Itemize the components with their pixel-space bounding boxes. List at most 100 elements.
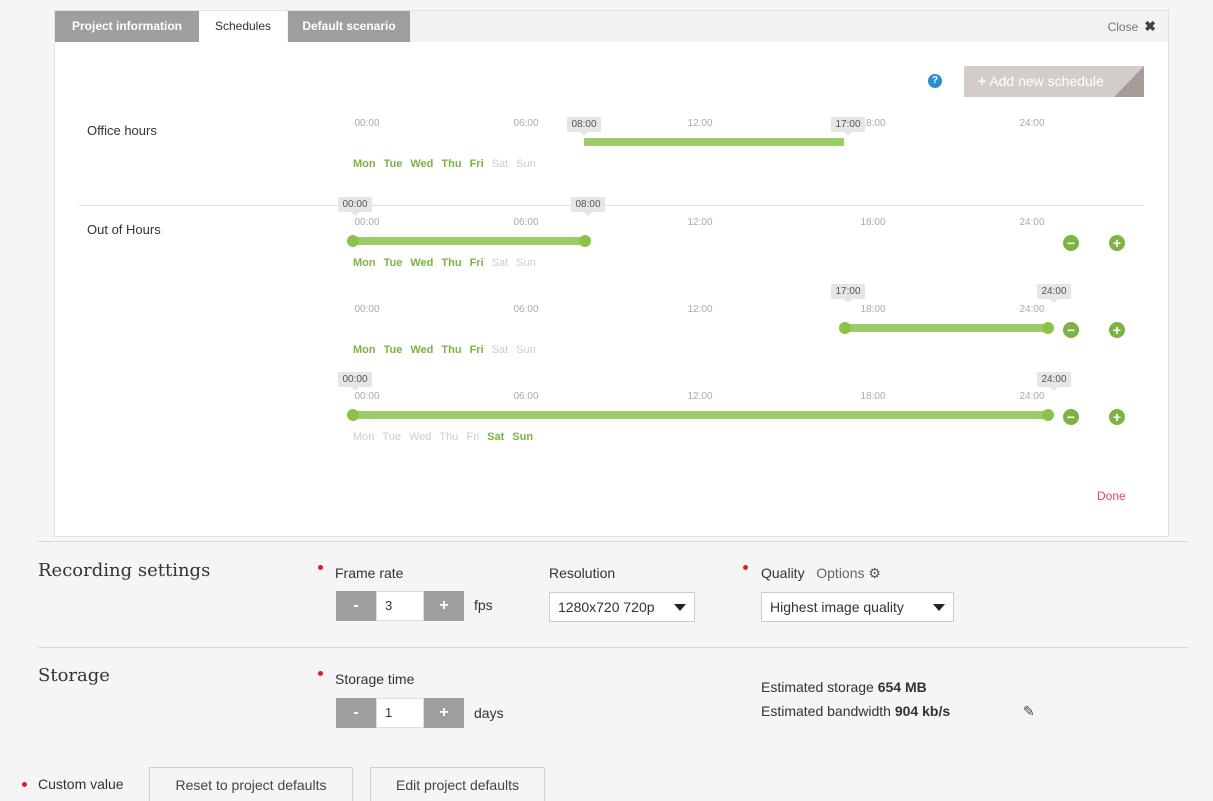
tick-18: 18:00 [860, 217, 886, 228]
add-range-button[interactable]: + [1109, 409, 1125, 425]
day-tue[interactable]: Tue [384, 257, 403, 269]
range-bar[interactable] [584, 138, 844, 146]
frame-rate-stepper: - 3 + [336, 591, 464, 621]
gear-icon[interactable]: ⚙ [868, 565, 881, 581]
day-fri[interactable]: Fri [470, 158, 484, 170]
day-thu[interactable]: Thu [441, 344, 461, 356]
remove-range-button[interactable]: − [1063, 235, 1079, 251]
resolution-label: Resolution [549, 565, 616, 581]
day-sun[interactable]: Sun [516, 257, 536, 269]
range-start-tag: 00:00 [338, 197, 372, 216]
required-marker [318, 671, 323, 676]
increment-button[interactable]: + [424, 698, 464, 728]
section-divider [38, 541, 1188, 542]
close-button[interactable]: Close ✖ [1108, 11, 1156, 42]
pencil-icon[interactable]: ✎ [1023, 703, 1035, 720]
estimated-bandwidth-value: 904 kb/s [894, 703, 951, 719]
decrement-button[interactable]: - [336, 591, 376, 621]
range-end-handle[interactable] [579, 235, 591, 247]
resolution-select[interactable]: 1280x720 720p [549, 592, 695, 622]
day-sat[interactable]: Sat [487, 431, 504, 443]
day-wed[interactable]: Wed [409, 431, 431, 443]
day-mon[interactable]: Mon [353, 257, 376, 269]
day-thu[interactable]: Thu [439, 431, 458, 443]
day-fri[interactable]: Fri [470, 257, 484, 269]
add-range-button[interactable]: + [1109, 235, 1125, 251]
caret-down-icon [674, 604, 686, 611]
day-selector: Mon Tue Wed Thu Fri Sat Sun [353, 158, 544, 170]
remove-range-button[interactable]: − [1063, 322, 1079, 338]
day-sun[interactable]: Sun [516, 344, 536, 356]
day-sat[interactable]: Sat [492, 158, 509, 170]
range-start-handle[interactable] [347, 235, 359, 247]
day-tue[interactable]: Tue [384, 344, 403, 356]
schedule-name-out-of-hours: Out of Hours [87, 222, 161, 237]
quality-label-group: Quality Options ⚙ [761, 565, 881, 582]
range-end-handle[interactable] [1042, 322, 1054, 334]
range-end-tag: 08:00 [571, 197, 605, 216]
range-start-tag: 00:00 [338, 372, 372, 391]
add-new-schedule-button[interactable]: + Add new schedule [964, 66, 1144, 97]
day-selector: Mon Tue Wed Thu Fri Sat Sun [353, 431, 541, 443]
storage-title: Storage [38, 665, 110, 686]
edit-project-defaults-button[interactable]: Edit project defaults [370, 767, 545, 801]
tab-project-information[interactable]: Project information [55, 11, 199, 42]
help-icon[interactable]: ? [928, 74, 942, 88]
tick-6: 06:00 [513, 304, 539, 315]
estimated-storage-label: Estimated storage [761, 679, 874, 695]
day-tue[interactable]: Tue [382, 431, 401, 443]
range-start-handle[interactable] [347, 409, 359, 421]
reset-to-project-defaults-button[interactable]: Reset to project defaults [149, 767, 353, 801]
tick-24: 24:00 [1019, 391, 1045, 402]
remove-range-button[interactable]: − [1063, 409, 1079, 425]
plus-icon: + [978, 73, 987, 89]
recording-settings-title: Recording settings [38, 560, 211, 581]
frame-rate-input[interactable]: 3 [376, 591, 424, 621]
resolution-value: 1280x720 720p [558, 599, 655, 615]
increment-button[interactable]: + [424, 591, 464, 621]
schedule-divider [79, 205, 1144, 206]
decrement-button[interactable]: - [336, 698, 376, 728]
estimated-bandwidth-label: Estimated bandwidth [761, 703, 891, 719]
day-wed[interactable]: Wed [410, 158, 433, 170]
tab-default-scenario[interactable]: Default scenario [288, 11, 410, 42]
range-start-tag: 08:00 [567, 117, 601, 136]
storage-time-stepper: - 1 + [336, 698, 464, 728]
day-mon[interactable]: Mon [353, 158, 376, 170]
add-new-schedule-label: Add new schedule [989, 73, 1104, 89]
add-range-button[interactable]: + [1109, 322, 1125, 338]
range-bar[interactable] [355, 411, 1047, 419]
range-bar[interactable] [848, 324, 1047, 332]
day-thu[interactable]: Thu [441, 158, 461, 170]
day-mon[interactable]: Mon [353, 344, 376, 356]
options-link[interactable]: Options [816, 565, 864, 581]
range-bar[interactable] [355, 237, 584, 245]
storage-time-input[interactable]: 1 [376, 698, 424, 728]
required-marker [318, 565, 323, 570]
day-sat[interactable]: Sat [492, 344, 509, 356]
quality-select[interactable]: Highest image quality [761, 592, 954, 622]
day-sat[interactable]: Sat [492, 257, 509, 269]
done-button[interactable]: Done [1097, 489, 1126, 503]
day-sun[interactable]: Sun [516, 158, 536, 170]
day-thu[interactable]: Thu [441, 257, 461, 269]
tick-24: 24:00 [1019, 217, 1045, 228]
day-mon[interactable]: Mon [353, 431, 374, 443]
tick-24: 24:00 [1019, 118, 1045, 129]
close-label: Close [1107, 20, 1139, 34]
tick-24: 24:00 [1019, 304, 1045, 315]
day-sun[interactable]: Sun [512, 431, 533, 443]
day-wed[interactable]: Wed [410, 257, 433, 269]
day-tue[interactable]: Tue [384, 158, 403, 170]
day-wed[interactable]: Wed [410, 344, 433, 356]
storage-time-unit: days [474, 705, 504, 721]
tick-6: 06:00 [513, 391, 539, 402]
day-fri[interactable]: Fri [466, 431, 479, 443]
day-fri[interactable]: Fri [470, 344, 484, 356]
tick-0: 00:00 [354, 118, 380, 129]
day-selector: Mon Tue Wed Thu Fri Sat Sun [353, 344, 544, 356]
range-start-handle[interactable] [839, 322, 851, 334]
close-icon: ✖ [1144, 18, 1156, 34]
range-end-handle[interactable] [1042, 409, 1054, 421]
tab-schedules[interactable]: Schedules [199, 11, 287, 42]
